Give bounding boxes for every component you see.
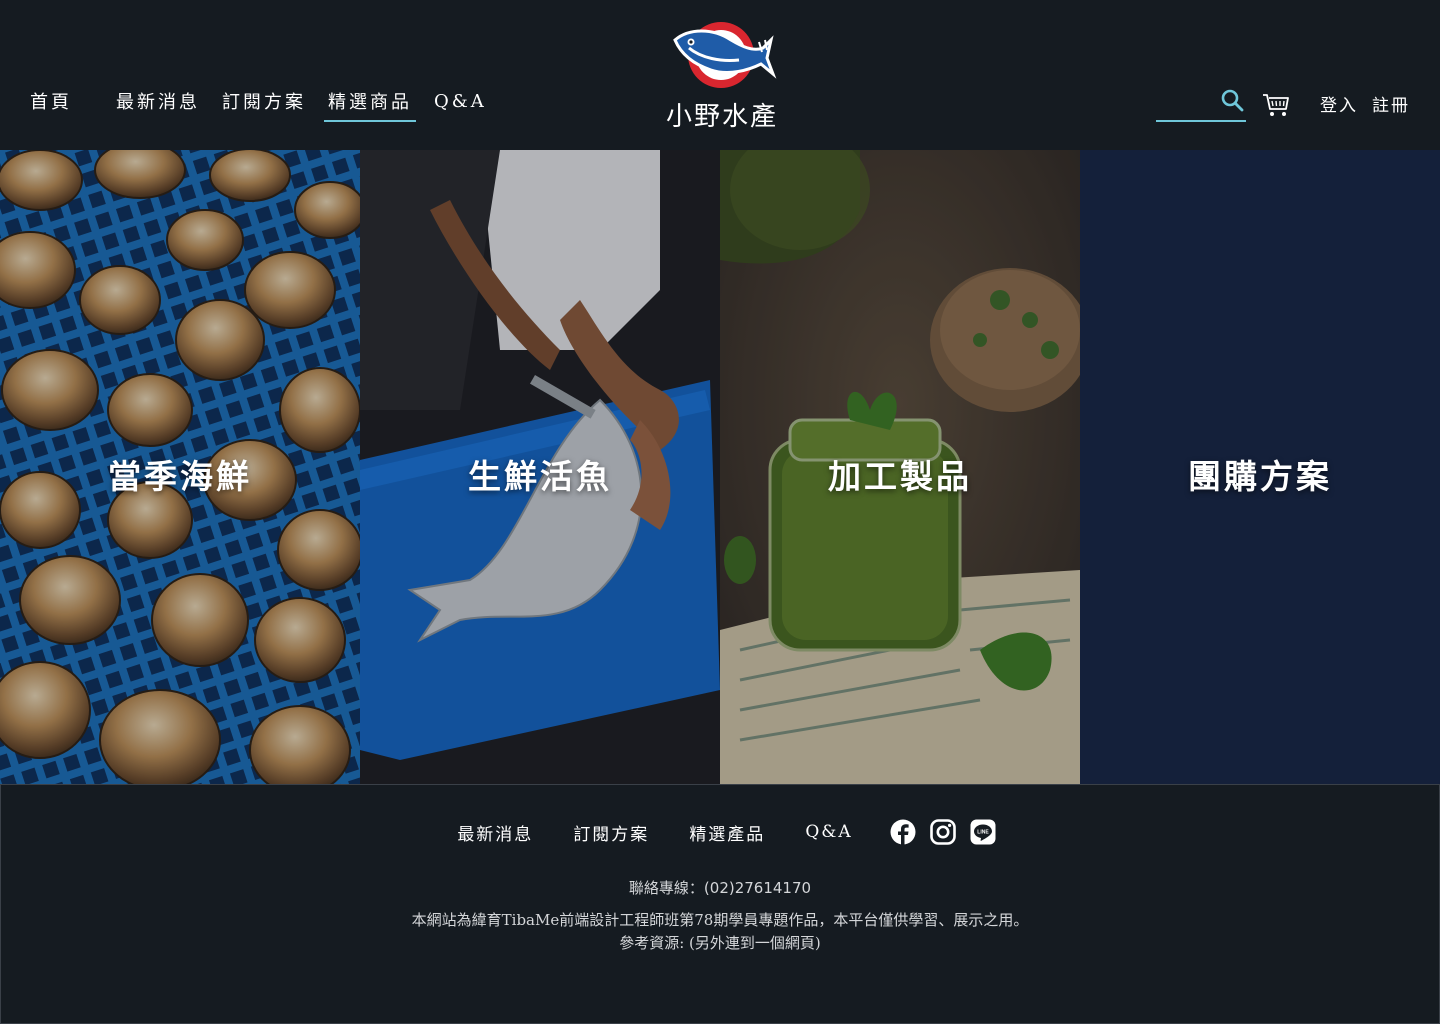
category-panels: 當季海鮮 生鮮活魚 加工製品 團購方案 xyxy=(0,150,1440,784)
site-footer: 最新消息 訂閱方案 精選產品 Q&A LINE 聯絡專線：(02)2761417… xyxy=(0,784,1440,1024)
footer-link-news[interactable]: 最新消息 xyxy=(457,820,533,845)
nav-home[interactable]: 首頁 xyxy=(30,86,76,122)
social-links: LINE xyxy=(883,819,1003,845)
category-label: 加工製品 xyxy=(828,457,972,496)
category-group-buy[interactable]: 團購方案 xyxy=(1080,150,1440,784)
contact-phone: 聯絡專線：(02)27614170 xyxy=(628,879,812,897)
login-link[interactable]: 登入 xyxy=(1320,91,1358,122)
category-seasonal-seafood[interactable]: 當季海鮮 xyxy=(0,150,360,784)
category-label: 生鮮活魚 xyxy=(468,457,612,496)
logo-emblem-icon xyxy=(673,22,777,88)
footer-link-subscription[interactable]: 訂閱方案 xyxy=(573,820,649,845)
category-label: 團購方案 xyxy=(1188,457,1332,496)
footer-link-products[interactable]: 精選產品 xyxy=(689,820,765,845)
search-box[interactable] xyxy=(1156,84,1246,122)
site-header: 首頁 最新消息 訂閱方案 精選商品 Q&A 小野水產 登入 註冊 xyxy=(0,0,1440,150)
header-actions: 登入 註冊 xyxy=(1156,84,1410,122)
cart-icon[interactable] xyxy=(1262,92,1290,118)
svg-text:LINE: LINE xyxy=(977,829,989,835)
nav-products[interactable]: 精選商品 xyxy=(324,86,416,122)
logo-text: 小野水產 xyxy=(665,102,778,132)
facebook-icon[interactable] xyxy=(890,819,916,845)
search-icon[interactable] xyxy=(1220,88,1244,112)
main-nav: 首頁 最新消息 訂閱方案 精選商品 Q&A xyxy=(30,86,505,122)
footer-link-qa[interactable]: Q&A xyxy=(805,822,852,842)
category-label: 當季海鮮 xyxy=(108,457,252,496)
nav-qa[interactable]: Q&A xyxy=(430,89,491,120)
nav-subscription[interactable]: 訂閱方案 xyxy=(218,86,310,122)
category-fresh-fish[interactable]: 生鮮活魚 xyxy=(360,150,720,784)
register-link[interactable]: 註冊 xyxy=(1372,91,1410,122)
instagram-icon[interactable] xyxy=(929,819,956,845)
site-logo[interactable]: 小野水產 xyxy=(660,18,784,132)
disclaimer-text: 本網站為緯育TibaMe前端設計工程師班第78期學員專題作品，本平台僅供學習、展… xyxy=(411,911,1029,929)
footer-disclaimer: 本網站為緯育TibaMe前端設計工程師班第78期學員專題作品，本平台僅供學習、展… xyxy=(1,909,1439,955)
category-processed-products[interactable]: 加工製品 xyxy=(720,150,1080,784)
footer-nav: 最新消息 訂閱方案 精選產品 Q&A LINE xyxy=(1,819,1439,845)
reference-link[interactable]: 參考資源: (另外連到一個網頁) xyxy=(1,932,1439,955)
nav-news[interactable]: 最新消息 xyxy=(112,86,204,122)
line-icon[interactable]: LINE xyxy=(970,819,996,845)
search-input[interactable] xyxy=(1156,84,1216,118)
